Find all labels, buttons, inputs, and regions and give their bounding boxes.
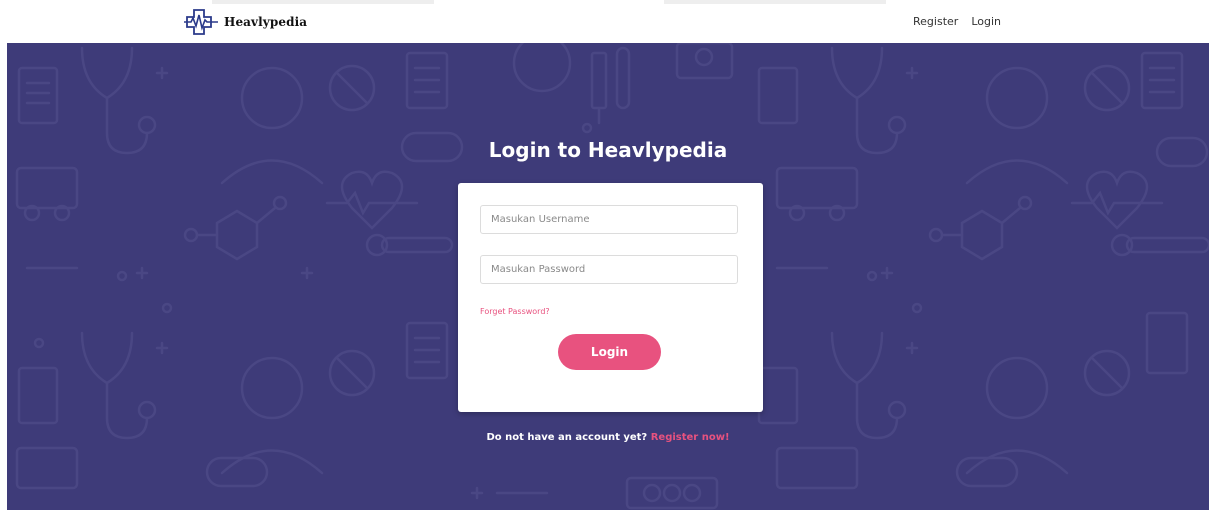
login-button[interactable]: Login [558,334,661,370]
brand-name: Heavlypedia [224,15,308,29]
login-card: Forget Password? Login [458,183,763,412]
thermometer-icon [380,236,454,254]
nurse-icon [965,356,1069,475]
login-title: Login to Heavlypedia [488,138,728,162]
password-input[interactable] [480,255,738,284]
doctor-icon [220,66,324,185]
jar-icon [757,366,799,425]
ambulance-icon [775,446,859,490]
signup-prompt: Do not have an account yet? Register now… [7,432,1209,443]
stethoscope-icon [80,331,157,440]
doctor-icon [965,66,1069,185]
jar-icon [757,66,799,125]
browser-tab-strip-left [212,0,434,4]
forgot-password-link[interactable]: Forget Password? [480,307,550,316]
stethoscope-icon [830,331,907,440]
ambulance-icon [15,166,79,210]
clipboard-icon [17,66,59,125]
vial-icon [615,46,631,110]
register-now-link[interactable]: Register now! [651,432,730,443]
clipboard-icon [17,366,59,425]
login-hero: Login to Heavlypedia Forget Password? Lo… [7,43,1209,510]
clipboard-icon [1145,311,1189,375]
nav-links: Register Login [913,15,1001,28]
thermometer-icon [1125,236,1209,254]
pill-box-icon [625,476,719,510]
nurse-icon [220,356,324,475]
ambulance-icon [15,446,79,490]
brand[interactable]: Heavlypedia [183,9,307,35]
medical-cross-heartbeat-icon [184,9,218,35]
syringe-icon [590,51,608,110]
username-input[interactable] [480,205,738,234]
nav-login-link[interactable]: Login [971,15,1001,28]
signup-prompt-text: Do not have an account yet? [486,432,648,443]
heart-pulse-icon [1070,170,1164,230]
capsule-icon [955,456,1019,488]
ambulance-icon [775,166,859,210]
molecule-icon [183,195,288,261]
browser-tab-strip-right [664,0,886,4]
doctor-icon [512,43,572,93]
heart-pulse-icon [325,170,419,230]
nav-register-link[interactable]: Register [913,15,958,28]
molecule-icon [928,195,1033,261]
navbar: Heavlypedia Register Login [0,0,1216,43]
page: Heavlypedia Register Login Login to Heav… [0,0,1216,510]
